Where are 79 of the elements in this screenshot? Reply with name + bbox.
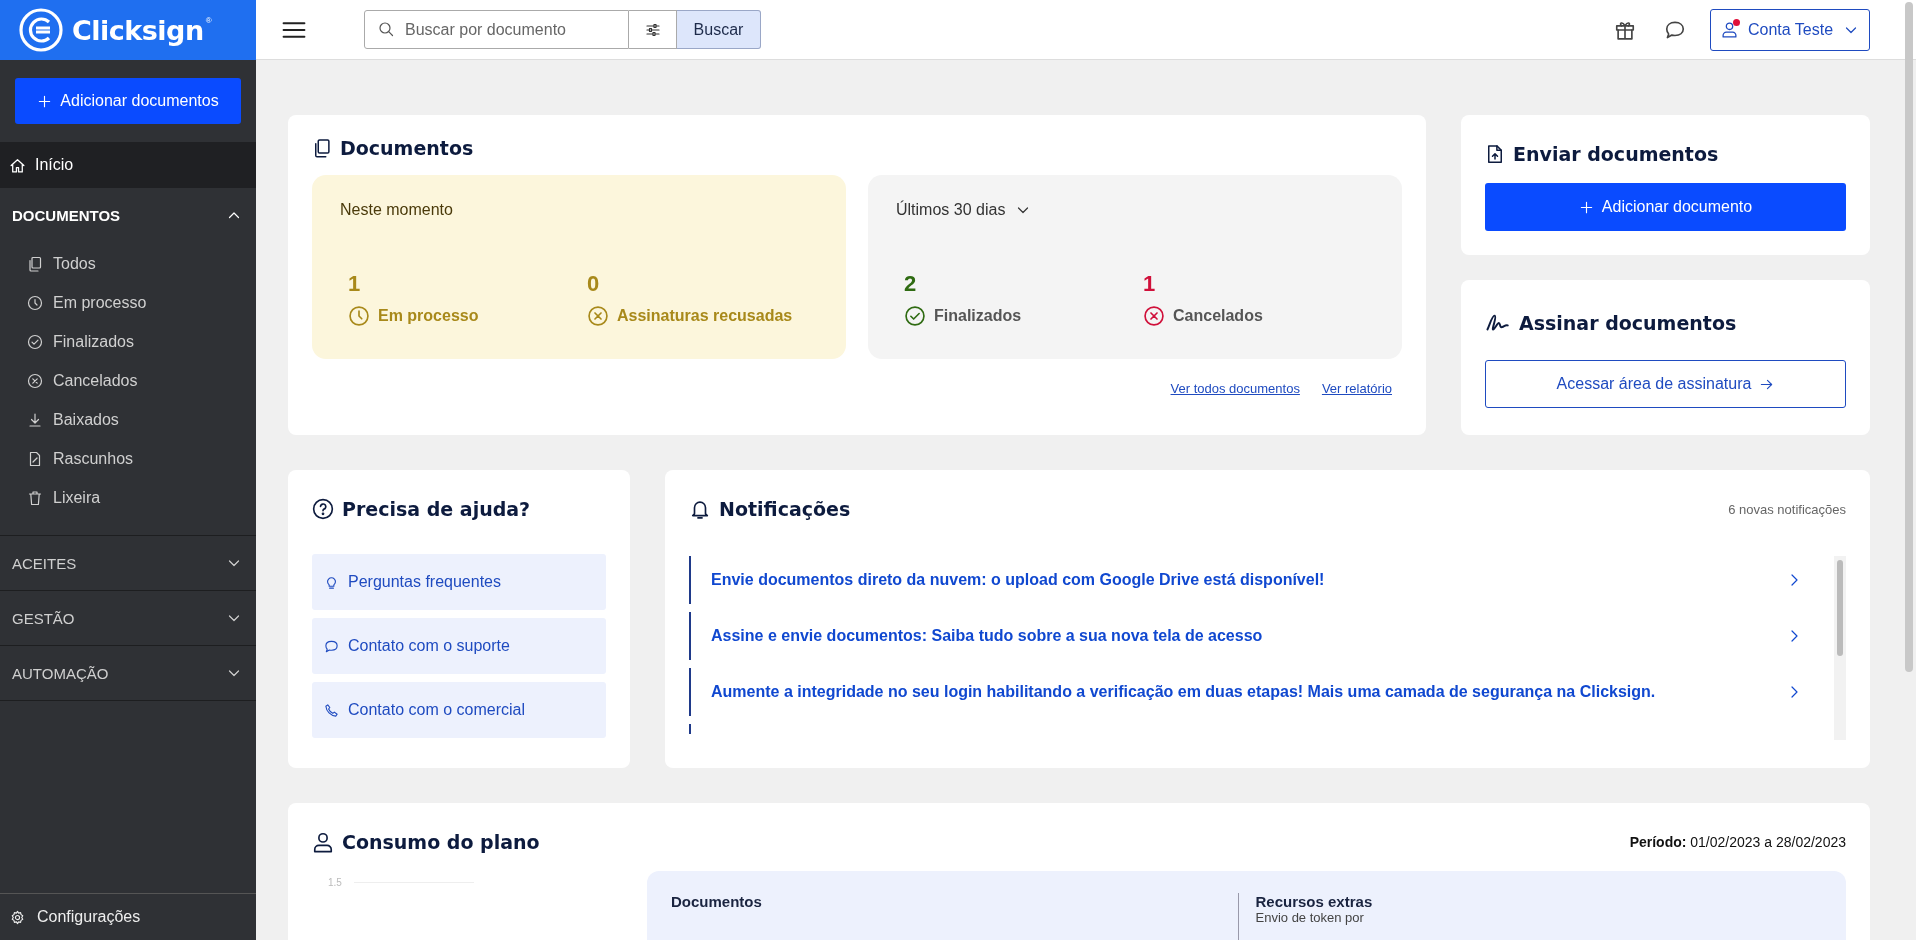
sliders-icon bbox=[644, 21, 661, 38]
settings-icon bbox=[10, 909, 25, 925]
card-title: Notificações bbox=[719, 498, 851, 520]
section-toggle[interactable]: GESTÃO bbox=[0, 591, 256, 645]
clock-circle-icon bbox=[348, 305, 370, 327]
stat-value: 0 bbox=[587, 271, 601, 297]
stat-label: Finalizados bbox=[934, 307, 1022, 325]
x-circle-icon bbox=[587, 305, 609, 327]
stat-label: Em processo bbox=[378, 307, 479, 325]
add-document-button[interactable]: Adicionar documento bbox=[1485, 183, 1846, 231]
sidebar-item[interactable]: Baixados bbox=[0, 400, 256, 439]
chart-tick-label: 1.5 bbox=[328, 876, 342, 888]
column-title: Recursos extras bbox=[1255, 893, 1374, 910]
copy-icon bbox=[27, 255, 43, 272]
column-text: Envio de token por bbox=[1255, 910, 1365, 925]
card-title: Consumo do plano bbox=[342, 831, 540, 853]
scrollbar-thumb[interactable] bbox=[1837, 560, 1843, 656]
home-icon bbox=[9, 156, 26, 174]
file-upload-icon bbox=[1485, 144, 1505, 164]
bulb-icon bbox=[324, 574, 339, 590]
stat-value: 1 bbox=[1143, 271, 1157, 297]
signing-area-button[interactable]: Acessar área de assinatura bbox=[1485, 360, 1846, 408]
brand-name: Clicksign bbox=[72, 14, 204, 46]
help-link[interactable]: Perguntas frequentes bbox=[312, 554, 606, 610]
column-title: Documentos bbox=[671, 893, 763, 910]
search-button[interactable]: Buscar bbox=[677, 10, 761, 49]
trash-icon bbox=[27, 489, 43, 506]
search-field[interactable]: Buscar por documento bbox=[364, 10, 629, 49]
sidebar-item[interactable]: Finalizados bbox=[0, 322, 256, 361]
plus-icon bbox=[37, 93, 53, 109]
phone-icon bbox=[324, 702, 339, 718]
report-link[interactable]: Ver relatório bbox=[1321, 381, 1392, 396]
sidebar-item[interactable]: Cancelados bbox=[0, 361, 256, 400]
x-icon bbox=[27, 372, 43, 389]
period-dropdown[interactable]: Últimos 30 dias bbox=[896, 201, 1032, 219]
notification-count: 6 novas notificações bbox=[1728, 501, 1846, 517]
card-title: Precisa de ajuda? bbox=[342, 498, 531, 520]
copy-icon bbox=[312, 138, 332, 158]
plan-period: Período: 01/02/2023 a 28/02/2023 bbox=[1629, 834, 1846, 850]
report-link[interactable]: Ver todos documentos bbox=[1170, 381, 1300, 396]
card-title: Assinar documentos bbox=[1519, 312, 1737, 334]
help-link[interactable]: Contato com o comercial bbox=[312, 682, 606, 738]
section-toggle[interactable]: DOCUMENTOS bbox=[0, 188, 256, 242]
card-title: Documentos bbox=[340, 137, 474, 159]
user-icon bbox=[1720, 21, 1738, 38]
chat-icon bbox=[324, 638, 339, 654]
clock-icon bbox=[27, 294, 43, 311]
user-icon bbox=[312, 831, 334, 853]
search-icon bbox=[378, 21, 394, 37]
sidebar-item[interactable]: Em processo bbox=[0, 283, 256, 322]
notification-item[interactable]: Assine e envie documentos: Saiba tudo sobre a sua nova tela de acesso bbox=[689, 612, 1826, 660]
filter-button[interactable] bbox=[629, 10, 677, 49]
section-toggle[interactable]: AUTOMAÇÃO bbox=[0, 646, 256, 700]
sidebar-item[interactable]: Rascunhos bbox=[0, 439, 256, 478]
panel-title: Neste momento bbox=[340, 201, 453, 219]
registered-mark: ® bbox=[205, 16, 212, 25]
stat-value: 2 bbox=[904, 271, 918, 297]
stat-value: 1 bbox=[348, 271, 362, 297]
stat-label: Assinaturas recusadas bbox=[617, 307, 793, 325]
check-circle-icon bbox=[904, 305, 926, 327]
notification-item[interactable]: Aumente a integridade no seu login habilitando a verificação em duas etapas! Mais uma camada de segurança na Clicksign. bbox=[689, 668, 1826, 716]
x-circle-icon bbox=[1143, 305, 1165, 327]
bell-icon bbox=[689, 498, 711, 520]
sidebar-item[interactable]: Lixeira bbox=[0, 478, 256, 517]
home-nav-item[interactable]: Início bbox=[0, 142, 256, 188]
notification-item[interactable]: Envie documentos direto da nuvem: o upload com Google Drive está disponível! bbox=[689, 556, 1826, 604]
help-icon bbox=[312, 498, 334, 520]
account-button[interactable]: Conta Teste bbox=[1710, 8, 1870, 51]
plus-icon bbox=[1578, 199, 1594, 215]
check-icon bbox=[27, 333, 43, 350]
sidebar-item[interactable]: Todos bbox=[0, 244, 256, 283]
logo-icon bbox=[18, 7, 64, 53]
down-icon bbox=[27, 411, 43, 428]
card-title: Enviar documentos bbox=[1513, 143, 1719, 165]
help-link[interactable]: Contato com o suporte bbox=[312, 618, 606, 674]
draft-icon bbox=[27, 450, 43, 467]
stat-label: Cancelados bbox=[1173, 307, 1263, 325]
section-toggle[interactable]: ACEITES bbox=[0, 536, 256, 590]
add-documents-button[interactable]: Adicionar documentos bbox=[15, 78, 241, 124]
